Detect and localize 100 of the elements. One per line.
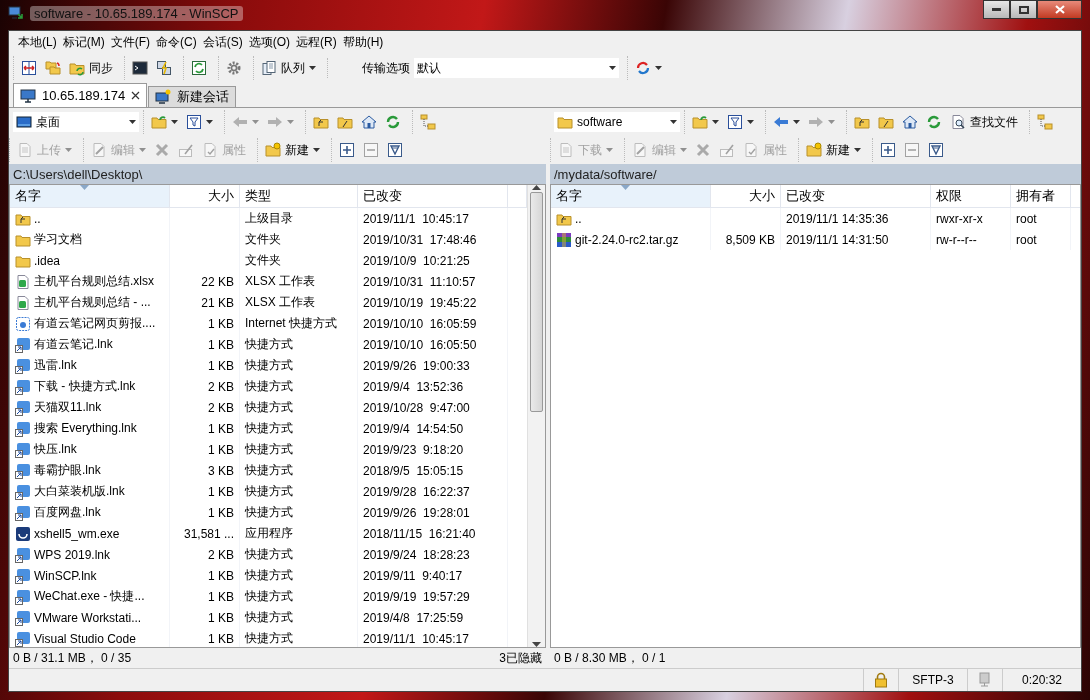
file-name[interactable]: .idea — [34, 253, 61, 268]
minimize-button[interactable] — [983, 0, 1010, 19]
menu-item[interactable]: 本地(L) — [15, 31, 60, 53]
file-name[interactable]: 主机平台规则总结.xlsx — [34, 273, 154, 290]
file-name[interactable]: 有道云笔记网页剪报.... — [34, 315, 156, 332]
root-folder-icon — [878, 114, 894, 130]
search-icon — [950, 114, 966, 130]
modified-time: 2019/10/28 9:47:00 — [363, 400, 470, 415]
file-name[interactable]: 有道云笔记.lnk — [34, 336, 113, 353]
file-name[interactable]: xshell5_wm.exe — [34, 526, 120, 541]
refresh-icon — [385, 114, 401, 130]
menu-item[interactable]: 标记(M) — [59, 31, 108, 53]
transfer-settings-label: 传输选项 — [362, 59, 410, 77]
edit-icon — [632, 142, 648, 158]
owner-column-header[interactable]: 拥有者 — [1011, 185, 1071, 207]
modified-time: 2019/9/26 19:28:01 — [363, 505, 470, 520]
shortcut-icon — [15, 378, 31, 395]
open-folder-icon — [151, 114, 167, 130]
scrollbar-thumb[interactable] — [530, 192, 543, 412]
file-name[interactable]: WPS 2019.lnk — [34, 547, 111, 562]
permissions-column-header[interactable]: 权限 — [931, 185, 1011, 207]
file-size: 1 KB — [208, 589, 234, 604]
compare-icon — [21, 60, 37, 76]
filter-icon — [186, 114, 202, 130]
file-size: 1 KB — [208, 358, 234, 373]
settings-icon — [226, 60, 242, 76]
file-type: 快捷方式 — [245, 567, 293, 584]
file-size: 1 KB — [208, 631, 234, 646]
scrollbar[interactable] — [527, 185, 545, 647]
spreadsheet-icon — [15, 294, 31, 311]
file-type: 快捷方式 — [245, 462, 293, 479]
back-icon — [773, 114, 789, 130]
new-button[interactable]: 新建 — [803, 138, 864, 162]
maximize-button[interactable] — [1010, 0, 1037, 19]
file-name[interactable]: .. — [34, 211, 41, 226]
modified-column-header[interactable]: 已改变 — [781, 185, 931, 207]
file-size: 1 KB — [208, 505, 234, 520]
menu-item[interactable]: 远程(R) — [293, 31, 340, 53]
size-column-header[interactable]: 大小 — [170, 185, 240, 207]
file-name[interactable]: .. — [575, 211, 582, 226]
type-column-header[interactable]: 类型 — [240, 185, 358, 207]
file-name[interactable]: WinSCP.lnk — [34, 568, 97, 583]
modified-time: 2019/9/24 18:28:23 — [363, 547, 470, 562]
shortcut-icon — [15, 441, 31, 458]
file-name[interactable]: 主机平台规则总结 - ... — [34, 294, 151, 311]
archive-icon — [556, 231, 572, 248]
file-type: 快捷方式 — [245, 378, 293, 395]
file-name[interactable]: 快压.lnk — [34, 441, 77, 458]
owner: root — [1016, 211, 1037, 226]
session-tab[interactable]: 10.65.189.174 — [13, 83, 148, 107]
file-size: 1 KB — [208, 568, 234, 583]
web-clip-icon — [15, 315, 31, 332]
console-icon — [132, 60, 148, 76]
minus-icon — [363, 142, 379, 158]
file-name[interactable]: VMware Workstati... — [34, 610, 142, 625]
transfer-settings-dropdown[interactable]: 默认 — [414, 58, 619, 78]
menu-item[interactable]: 命令(C) — [153, 31, 200, 53]
modified-time: 2019/9/26 19:00:33 — [363, 358, 470, 373]
owner: root — [1016, 232, 1037, 247]
menu-item[interactable]: 会话(S) — [199, 31, 246, 53]
new-session-tab[interactable]: 新建会话 — [148, 86, 237, 107]
file-name[interactable]: 学习文档 — [34, 231, 82, 248]
synchronize-button[interactable]: 同步 — [66, 56, 116, 80]
size-column-header[interactable]: 大小 — [711, 185, 781, 207]
menu-item[interactable]: 选项(O) — [245, 31, 293, 53]
file-name[interactable]: 毒霸护眼.lnk — [34, 462, 101, 479]
close-tab-button[interactable] — [131, 91, 141, 100]
back-icon — [232, 114, 248, 130]
name-column-header[interactable]: 名字 — [10, 185, 170, 207]
file-name[interactable]: 迅雷.lnk — [34, 357, 77, 374]
rename-icon — [178, 142, 194, 158]
forward-icon — [808, 114, 824, 130]
new-session-icon — [155, 89, 172, 105]
file-size: 31,581 ... — [183, 526, 234, 541]
menu-item[interactable]: 文件(F) — [107, 31, 153, 53]
file-name[interactable]: 大白菜装机版.lnk — [34, 483, 125, 500]
modified-column-header[interactable]: 已改变 — [358, 185, 508, 207]
file-name[interactable]: 搜索 Everything.lnk — [34, 420, 137, 437]
queue-button[interactable]: 队列 — [258, 56, 319, 80]
name-column-header[interactable]: 名字 — [551, 185, 711, 207]
reconnect-icon — [635, 60, 651, 76]
find-button[interactable]: 查找文件 — [947, 110, 1021, 134]
close-button[interactable] — [1037, 0, 1082, 19]
file-name[interactable]: 百度网盘.lnk — [34, 504, 101, 521]
location-dropdown[interactable]: software — [554, 112, 680, 132]
file-name[interactable]: Visual Studio Code — [34, 631, 136, 646]
menu-item[interactable]: 帮助(H) — [339, 31, 387, 53]
desktop-icon — [16, 114, 32, 130]
file-name[interactable]: 下载 - 快捷方式.lnk — [34, 378, 136, 395]
filter-icon — [387, 142, 403, 158]
file-name[interactable]: 天猫双11.lnk — [34, 399, 102, 416]
hidden-files-count: 3已隐藏 — [499, 649, 542, 667]
file-type: 应用程序 — [245, 525, 293, 542]
permissions: rw-r--r-- — [936, 232, 977, 247]
file-name[interactable]: git-2.24.0-rc2.tar.gz — [575, 232, 679, 247]
location-dropdown[interactable]: 桌面 — [13, 112, 139, 132]
new-button[interactable]: 新建 — [262, 138, 323, 162]
modified-time: 2019/11/1 14:35:36 — [786, 211, 889, 226]
file-name[interactable]: WeChat.exe - 快捷... — [34, 588, 145, 605]
modified-time: 2019/4/8 17:25:59 — [363, 610, 464, 625]
